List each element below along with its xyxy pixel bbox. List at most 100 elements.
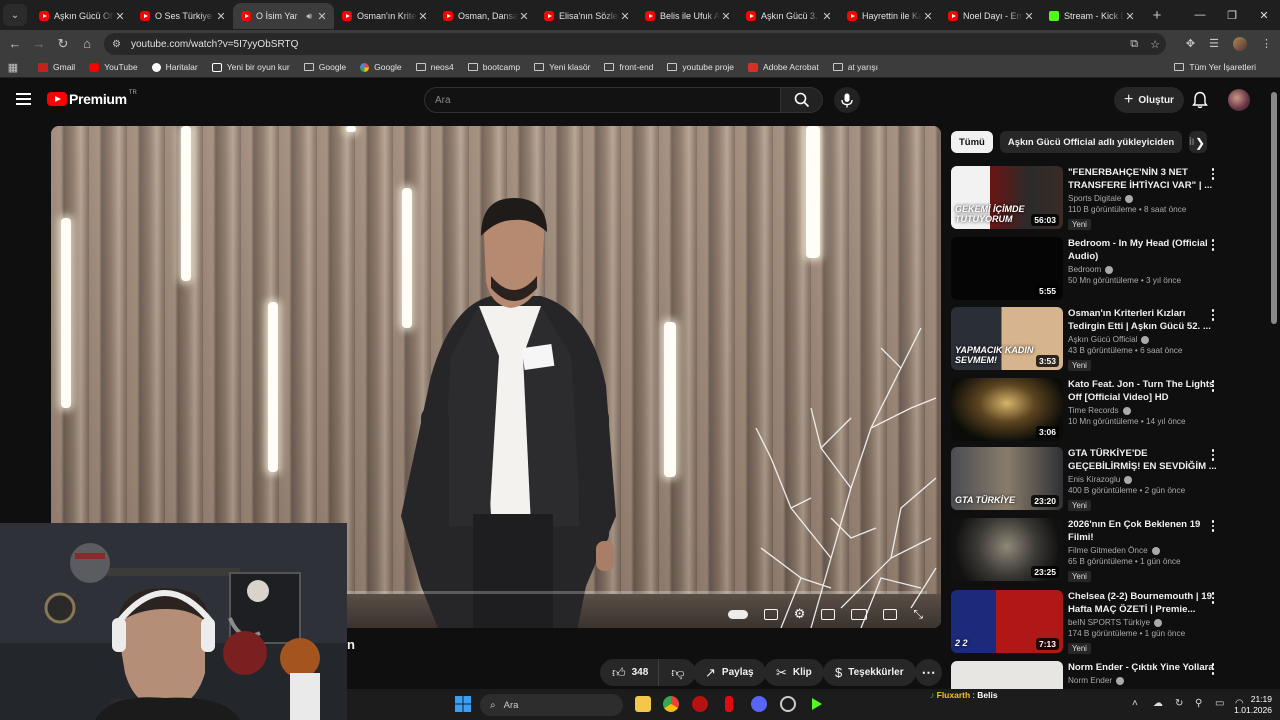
settings-gear-icon[interactable]: ⚙ <box>794 606 806 622</box>
tab-audio-icon[interactable]: 🔊︎ <box>306 11 312 22</box>
forward-icon[interactable]: → <box>27 36 51 51</box>
recommendation-item[interactable]: 23:25 2026'nın En Çok Beklenen 19 Filmi! F… <box>951 518 1241 584</box>
app-circle-icon[interactable] <box>780 696 796 712</box>
discord-icon[interactable] <box>751 696 767 712</box>
recommendation-item[interactable]: 3:06 Kato Feat. Jon - Turn The Lights Off… <box>951 378 1241 444</box>
tab-close-icon[interactable]: ✕ <box>720 10 732 23</box>
bookmark-item[interactable]: bootcamp <box>467 62 520 72</box>
theater-mode-icon[interactable] <box>851 608 868 620</box>
minimize-icon[interactable]: — <box>1184 0 1216 30</box>
chrome-icon[interactable] <box>663 696 679 712</box>
video-thumbnail[interactable]: 5:55 <box>951 237 1063 300</box>
search-input[interactable]: Ara <box>424 87 781 113</box>
guide-menu-icon[interactable] <box>16 93 31 105</box>
install-app-icon[interactable]: ⧉ <box>1130 38 1138 51</box>
bookmark-star-icon[interactable]: ☆ <box>1150 38 1160 51</box>
tab-close-icon[interactable]: ✕ <box>114 10 126 23</box>
bookmark-item[interactable]: Yeni bir oyun kur <box>211 62 290 72</box>
bookmark-item[interactable]: Google <box>360 62 402 72</box>
bookmark-item[interactable]: youtube proje <box>667 62 734 72</box>
video-progress-bar[interactable] <box>341 591 927 594</box>
browser-tab[interactable]: Noel Dayı - Em ✕ <box>940 3 1041 29</box>
browser-tab[interactable]: O İsim Yar 🔊︎ ✕ <box>233 3 334 29</box>
recommendation-title[interactable]: 2026'nın En Çok Beklenen 19 Filmi! <box>1068 518 1218 544</box>
video-thumbnail[interactable]: 3:06 <box>951 378 1063 441</box>
tab-close-icon[interactable]: ✕ <box>518 10 530 23</box>
channel-name[interactable]: Time Records <box>1068 406 1119 415</box>
tab-close-icon[interactable]: ✕ <box>1124 10 1136 23</box>
recommendation-title[interactable]: Kato Feat. Jon - Turn The Lights Off [Of… <box>1068 378 1218 404</box>
autoplay-toggle[interactable] <box>727 609 748 619</box>
recommendation-item[interactable]: 5:55 Bedroom - In My Head (Official Audio… <box>951 237 1241 303</box>
recommendation-title[interactable]: Chelsea (2-2) Bournemouth | 19. Hafta MA… <box>1068 590 1218 616</box>
video-thumbnail[interactable]: GTA TÜRKİYE 23:20 <box>951 447 1063 510</box>
more-options-icon[interactable] <box>1209 520 1217 532</box>
more-options-icon[interactable] <box>1209 168 1217 180</box>
channel-name[interactable]: Norm Ender <box>1068 676 1112 685</box>
more-actions-button[interactable]: ⋯ <box>915 659 942 686</box>
recommendation-title[interactable]: "FENERBAHÇE'NİN 3 NET TRANSFERE İHTİYACI… <box>1068 166 1218 192</box>
tab-search-button[interactable]: ⌄ <box>3 4 27 26</box>
thanks-button[interactable]: $ Teşekkürler <box>823 659 916 686</box>
bookmark-item[interactable]: at yarışı <box>832 62 878 72</box>
browser-tab[interactable]: Stream - Kick D ✕ <box>1041 3 1142 29</box>
tab-close-icon[interactable]: ✕ <box>922 10 934 23</box>
browser-tab[interactable]: Aşkın Gücü 3. S ✕ <box>738 3 839 29</box>
taskbar-search-input[interactable]: ⌕ Ara <box>480 694 623 716</box>
recommendation-item[interactable]: GTA TÜRKİYE 23:20 GTA TÜRKİYE'DE GEÇEBİLİR… <box>951 447 1241 513</box>
notifications-bell-icon[interactable] <box>1192 91 1208 109</box>
bookmark-item[interactable]: Adobe Acrobat <box>747 62 819 72</box>
restore-icon[interactable]: ❐ <box>1216 0 1248 30</box>
voice-search-button[interactable] <box>834 87 860 113</box>
bookmark-item[interactable]: YouTube <box>89 62 138 72</box>
recommendation-title[interactable]: GTA TÜRKİYE'DE GEÇEBİLİRMİŞ! EN SEVDİĞİM… <box>1068 447 1218 473</box>
create-button[interactable]: + Oluştur <box>1114 87 1184 113</box>
system-clock[interactable]: 21:19 1.01.2026 <box>1234 694 1272 716</box>
search-button[interactable] <box>781 87 823 113</box>
url-input[interactable]: ⚙ youtube.com/watch?v=5I7yyObSRTQ ⧉ ☆ <box>104 33 1166 55</box>
recommendation-item[interactable]: Norm Ender - Çıktık Yine Yollara Norm End… <box>951 661 1241 690</box>
subtitles-icon[interactable] <box>763 608 778 620</box>
more-options-icon[interactable] <box>1209 309 1217 321</box>
cast-icon[interactable] <box>883 608 898 620</box>
recommendation-item[interactable]: YAPMACIK KADIN SEVMEM! 3:53 Osman'ın Krite… <box>951 307 1241 373</box>
tab-close-icon[interactable]: ✕ <box>417 10 429 23</box>
display-icon[interactable]: ▭ <box>1215 698 1224 709</box>
site-info-icon[interactable]: ⚙ <box>112 39 121 50</box>
browser-menu-icon[interactable]: ⋮ <box>1261 37 1272 50</box>
kick-app-icon[interactable] <box>809 696 825 712</box>
new-tab-button[interactable]: + <box>1146 7 1168 24</box>
tab-close-icon[interactable]: ✕ <box>821 10 833 23</box>
channel-name[interactable]: Filme Gitmeden Önce <box>1068 546 1148 555</box>
clip-button[interactable]: ✂ Klip <box>764 659 824 686</box>
netflix-icon[interactable] <box>725 696 733 712</box>
reading-list-icon[interactable]: ☰ <box>1209 37 1219 50</box>
bookmark-item[interactable]: Yeni klasör <box>534 62 590 72</box>
channel-name[interactable]: Bedroom <box>1068 265 1101 274</box>
youtube-logo[interactable]: Premium TR <box>47 90 137 107</box>
more-options-icon[interactable] <box>1209 380 1217 392</box>
recommendation-title[interactable]: Osman'ın Kriterleri Kızları Tedirgin Ett… <box>1068 307 1218 333</box>
recommendation-title[interactable]: Norm Ender - Çıktık Yine Yollara <box>1068 661 1218 674</box>
browser-tab[interactable]: Aşkın Gücü Offi ✕ <box>31 3 132 29</box>
tab-close-icon[interactable]: ✕ <box>619 10 631 23</box>
video-thumbnail[interactable]: 2 2 7:13 <box>951 590 1063 653</box>
sync-icon[interactable]: ↻ <box>1175 698 1183 709</box>
recommendation-title[interactable]: Bedroom - In My Head (Official Audio) <box>1068 237 1218 263</box>
recommendation-item[interactable]: 2 2 7:13 Chelsea (2-2) Bournemouth | 19. H… <box>951 590 1241 656</box>
tab-close-icon[interactable]: ✕ <box>1023 10 1035 23</box>
like-button[interactable]: 👍︎ 348 <box>600 659 659 686</box>
channel-name[interactable]: Sports Digitale <box>1068 194 1121 203</box>
account-avatar[interactable] <box>1228 89 1250 111</box>
pin-icon[interactable]: ⚲ <box>1195 698 1202 709</box>
dislike-button[interactable]: 👎︎ <box>658 659 697 686</box>
page-scrollbar[interactable] <box>1271 92 1277 324</box>
browser-tab[interactable]: O Ses Türkiye Y ✕ <box>132 3 233 29</box>
video-thumbnail[interactable]: GEKEMİ İÇİMDE TUTUYORUM 56:03 <box>951 166 1063 229</box>
video-thumbnail[interactable] <box>951 661 1063 690</box>
video-thumbnail[interactable]: 23:25 <box>951 518 1063 581</box>
tab-close-icon[interactable]: ✕ <box>215 10 227 23</box>
channel-name[interactable]: beIN SPORTS Türkiye <box>1068 618 1150 627</box>
channel-name[interactable]: Aşkın Gücü Official <box>1068 335 1137 344</box>
all-bookmarks-button[interactable]: Tüm Yer İşaretleri <box>1174 62 1256 72</box>
